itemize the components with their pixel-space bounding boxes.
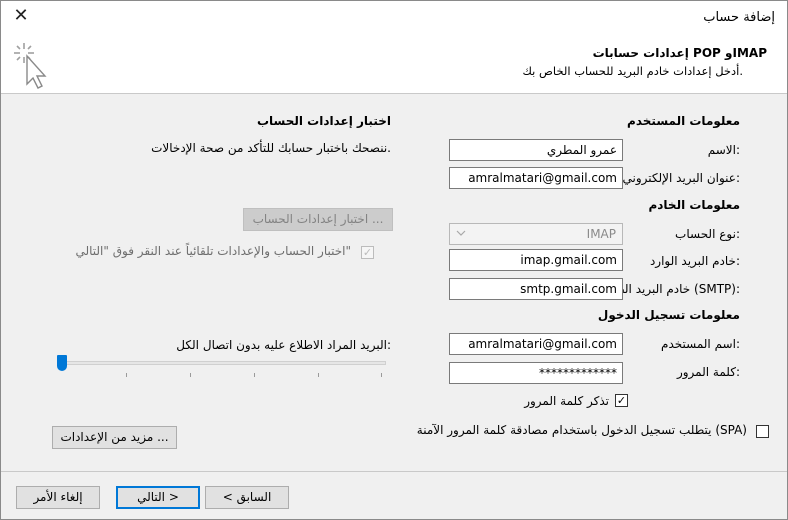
email-label: عنوان البريد الإلكتروني: bbox=[622, 171, 740, 185]
incoming-server-label: خادم البريد الوارد: bbox=[649, 254, 740, 268]
server-info-heading: معلومات الخادم bbox=[648, 198, 740, 212]
incoming-server-input[interactable] bbox=[449, 249, 623, 271]
add-account-dialog: ✕ إضافة حساب إعدادات حسابات POP وIMAP أد… bbox=[0, 0, 788, 520]
close-icon[interactable]: ✕ bbox=[11, 5, 31, 27]
next-button[interactable]: التالي > bbox=[116, 486, 200, 509]
footer-divider bbox=[1, 471, 787, 472]
header-subtitle: أدخل إعدادات خادم البريد للحساب الخاص بك… bbox=[522, 64, 743, 78]
dialog-header: إعدادات حسابات POP وIMAP أدخل إعدادات خا… bbox=[1, 36, 787, 94]
test-settings-heading: اختبار إعدادات الحساب bbox=[256, 114, 391, 128]
slider-tick bbox=[126, 373, 127, 377]
back-button[interactable]: < السابق bbox=[205, 486, 289, 509]
offline-mail-label: البريد المراد الاطلاع عليه بدون اتصال: bbox=[202, 338, 391, 352]
spa-label: يتطلب تسجيل الدخول باستخدام مصادقة كلمة … bbox=[416, 423, 747, 437]
remember-password-label: تذكر كلمة المرور bbox=[524, 394, 609, 408]
spa-checkbox[interactable] bbox=[756, 425, 769, 438]
name-label: الاسم: bbox=[707, 143, 740, 157]
cancel-button[interactable]: إلغاء الأمر bbox=[16, 486, 100, 509]
offline-mail-slider-thumb[interactable] bbox=[57, 355, 67, 371]
header-title: إعدادات حسابات POP وIMAP bbox=[592, 46, 767, 60]
username-input[interactable] bbox=[449, 333, 623, 355]
title-bar: ✕ إضافة حساب bbox=[1, 1, 787, 36]
account-type-label: نوع الحساب: bbox=[675, 227, 740, 241]
username-label: اسم المستخدم: bbox=[661, 337, 740, 351]
slider-tick bbox=[190, 373, 191, 377]
cursor-sparkle-icon bbox=[14, 43, 47, 89]
offline-mail-slider-track[interactable] bbox=[61, 361, 386, 365]
password-label: كلمة المرور: bbox=[676, 365, 740, 379]
offline-mail-value: الكل bbox=[176, 338, 199, 352]
account-type-select: IMAP bbox=[449, 223, 623, 245]
account-type-value: IMAP bbox=[586, 227, 616, 241]
email-input[interactable] bbox=[449, 167, 623, 189]
login-info-heading: معلومات تسجيل الدخول bbox=[597, 308, 740, 322]
remember-password-checkbox[interactable]: ✓ bbox=[615, 394, 628, 407]
outgoing-server-input[interactable] bbox=[449, 278, 623, 300]
auto-test-checkbox[interactable]: ✓ bbox=[361, 246, 374, 259]
name-input[interactable] bbox=[449, 139, 623, 161]
slider-tick bbox=[381, 373, 382, 377]
slider-tick bbox=[318, 373, 319, 377]
auto-test-label: اختبار الحساب والإعدادات تلقائياً عند ال… bbox=[75, 244, 351, 258]
test-account-settings-button[interactable]: اختبار إعدادات الحساب ... bbox=[243, 208, 393, 231]
user-info-heading: معلومات المستخدم bbox=[627, 114, 740, 128]
more-settings-button[interactable]: مزيد من الإعدادات ... bbox=[52, 426, 177, 449]
chevron-down-icon bbox=[452, 226, 470, 242]
test-settings-description: ننصحك باختبار حسابك للتأكد من صحة الإدخا… bbox=[151, 141, 391, 155]
window-title: إضافة حساب bbox=[703, 10, 775, 25]
password-input[interactable] bbox=[449, 362, 623, 384]
slider-tick bbox=[254, 373, 255, 377]
